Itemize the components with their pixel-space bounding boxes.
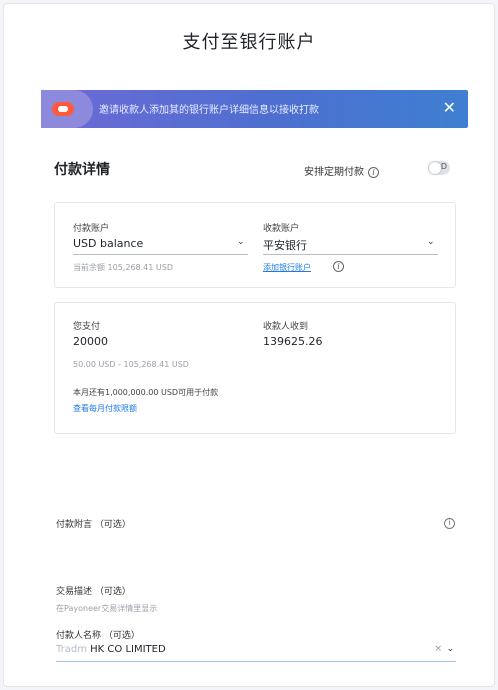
chevron-down-icon[interactable]: ⌄	[446, 644, 454, 654]
payer-name-value: Tradm HK CO LIMITED	[56, 644, 166, 655]
receiver-account-select[interactable]: 平安银行	[263, 237, 307, 253]
chevron-down-icon[interactable]: ⌄	[427, 237, 435, 247]
receive-amount-input[interactable]: 139625.26	[263, 335, 323, 348]
recurring-payment-text: 安排定期付款	[304, 167, 364, 178]
monthly-limit-text: 本月还有1,000,000.00 USD可用于付款	[73, 388, 219, 397]
pay-amount-label: 您支付	[73, 322, 101, 332]
info-icon[interactable]: i	[368, 166, 379, 178]
receiver-account-label: 收款账户	[263, 224, 300, 234]
accounts-card: 付款账户 USD balance ⌄ 当前余额 105,268.41 USD 收…	[54, 202, 456, 288]
receiver-select-underline	[263, 254, 438, 255]
payment-window: 支付至银行账户 邀请收款人添加其的银行账户详细信息以接收打款 ✕ 付款详情 安排…	[3, 3, 495, 687]
info-icon[interactable]: i	[444, 518, 455, 529]
page-title: 支付至银行账户	[182, 32, 316, 53]
payer-name-text: HK CO LIMITED	[90, 644, 166, 655]
pay-amount-input[interactable]: 20000	[73, 335, 108, 348]
payment-details-title: 付款详情	[54, 162, 110, 178]
payer-select-underline	[73, 254, 248, 255]
banner-text: 邀请收款人添加其的银行账户详细信息以接收打款	[99, 105, 319, 116]
toggle-knob	[429, 162, 441, 174]
pay-amount-range: 50.00 USD - 105,268.41 USD	[73, 360, 189, 369]
recurring-payment-toggle[interactable]: D	[428, 161, 450, 175]
receive-amount-label: 收款人收到	[263, 322, 309, 332]
amount-card: 您支付 20000 50.00 USD - 105,268.41 USD 收款人…	[54, 302, 456, 434]
description-label: 交易描述 （可选）	[56, 587, 131, 597]
toggle-letter: D	[440, 162, 447, 171]
recurring-payment-label: 安排定期付款 i	[304, 163, 379, 178]
add-bank-account-link[interactable]: 添加银行账户	[263, 262, 311, 273]
info-icon[interactable]: i	[333, 261, 344, 272]
payer-account-label: 付款账户	[73, 224, 110, 234]
invite-banner: 邀请收款人添加其的银行账户详细信息以接收打款 ✕	[41, 90, 468, 128]
payer-name-select[interactable]: Tradm HK CO LIMITED × ⌄	[56, 644, 456, 662]
clear-icon[interactable]: ×	[434, 644, 442, 654]
payer-account-select[interactable]: USD balance	[73, 237, 143, 250]
description-hint: 在Payoneer交易详情里显示	[56, 604, 158, 613]
close-icon[interactable]: ✕	[443, 99, 456, 117]
payer-balance-text: 当前余额 105,268.41 USD	[73, 263, 173, 272]
payer-name-label: 付款人名称 （可选）	[56, 631, 140, 641]
banner-badge	[41, 90, 93, 128]
payer-name-prefix: Tradm	[56, 644, 87, 655]
memo-label: 付款附言 （可选）	[56, 520, 131, 530]
monthly-limit-link[interactable]: 查看每月付款限额	[73, 403, 137, 414]
chevron-down-icon[interactable]: ⌄	[237, 237, 245, 247]
payoneer-logo-icon	[52, 102, 74, 116]
